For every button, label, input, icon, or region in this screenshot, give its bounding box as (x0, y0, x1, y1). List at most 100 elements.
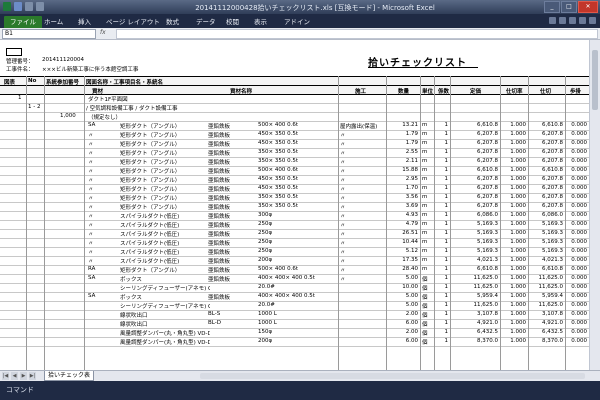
cell-work: 〃 (340, 250, 346, 256)
tab-addins[interactable]: アドイン (284, 16, 310, 28)
cell-n: 1 (444, 284, 449, 290)
first-sheet-icon[interactable]: |◀ (2, 372, 9, 380)
cell-mat: 亜鉛鉄板 (208, 259, 231, 265)
cell-item: 矩形ダクト（アングル） (120, 142, 181, 148)
cell-size: 450× 350 0.5t (258, 140, 299, 146)
help-icon[interactable] (559, 17, 566, 24)
cell-teika: 6,610.8 (477, 167, 498, 173)
cell-item: スパイラルダクト(低圧) (120, 241, 180, 247)
tab-home[interactable]: ホーム (44, 16, 63, 28)
grid-line (26, 76, 27, 370)
cell-teika: 6,086.0 (477, 212, 498, 218)
cell-size: 1000 L (258, 311, 277, 317)
cell-code: 〃 (88, 187, 94, 193)
cell-bu: 0.000 (571, 194, 587, 200)
cell-r1: 1.000 (510, 194, 526, 200)
cell-unit: m (422, 167, 428, 173)
tab-data[interactable]: データ (196, 16, 216, 28)
cell-n: 1 (444, 338, 449, 344)
next-sheet-icon[interactable]: ▶ (20, 372, 27, 380)
cell-work: 〃 (340, 142, 346, 148)
cell-unit: m (422, 131, 428, 137)
workbook-minimize-icon[interactable] (569, 17, 576, 24)
cell-bu: 0.000 (571, 311, 587, 317)
cell-code: 〃 (88, 151, 94, 157)
cell-code: SA (88, 293, 96, 299)
cell-size: 400× 400× 400 0.5t (258, 293, 315, 299)
undo-icon[interactable] (25, 2, 33, 11)
cell-code: 〃 (88, 232, 94, 238)
cell-bu: 0.000 (571, 131, 587, 137)
cell-teika: 6,207.8 (477, 149, 498, 155)
cell-teika: 6,207.8 (477, 203, 498, 209)
cell-size: 350× 350 0.5t (258, 149, 299, 155)
cell-shikiri: 11,625.0 (538, 302, 564, 308)
cell-teika: 6,207.8 (477, 194, 498, 200)
cell-teika: 5,169.3 (477, 230, 498, 236)
cell-mat: 亜鉛鉄板 (208, 142, 231, 148)
cell-item: シーリングディフューザー(アネモ) C2 (120, 304, 210, 310)
tab-file[interactable]: ファイル (4, 16, 42, 28)
cell-shikiri: 4,921.0 (542, 320, 563, 326)
maximize-icon[interactable]: □ (561, 1, 577, 13)
cell-code: 〃 (88, 205, 94, 211)
cell-shikiri: 6,207.8 (542, 176, 563, 182)
tab-formulas[interactable]: 数式 (166, 16, 179, 28)
cell-r1: 1.000 (510, 311, 526, 317)
cell-item: ボックス (120, 277, 142, 283)
cell-size: 250φ (258, 230, 273, 236)
cell-r1: 1.000 (510, 140, 526, 146)
cell-qty: 10.44 (402, 239, 418, 245)
cell-qty: 1.79 (405, 140, 418, 146)
cell-unit: m (422, 266, 428, 272)
cell-code: 〃 (88, 250, 94, 256)
cell-teika: 5,169.3 (477, 239, 498, 245)
cell-teika: 11,625.0 (473, 275, 499, 281)
cell-unit: 個 (422, 286, 428, 292)
prev-sheet-icon[interactable]: ◀ (11, 372, 18, 380)
horizontal-scrollbar[interactable] (200, 373, 585, 379)
sheet-tab[interactable]: 拾いチェック表 (44, 371, 94, 381)
cell-r1: 1.000 (510, 338, 526, 344)
ribbon-minimize-icon[interactable] (549, 17, 556, 24)
cell-size: 350× 350 0.5t (258, 194, 299, 200)
cell-n: 1 (444, 221, 449, 227)
selected-cell[interactable] (6, 48, 22, 56)
tab-insert[interactable]: 挿入 (78, 16, 91, 28)
title-underline (368, 67, 478, 68)
grid-line (450, 76, 451, 370)
cell-size: 200φ (258, 257, 273, 263)
group-path: （規定なし） (88, 115, 122, 121)
last-sheet-icon[interactable]: ▶| (29, 372, 36, 380)
cell-code: 〃 (88, 169, 94, 175)
cell-n: 1 (444, 122, 449, 128)
workbook-restore-icon[interactable] (579, 17, 586, 24)
cell-qty: 2.11 (405, 158, 418, 164)
cell-qty: 26.51 (402, 230, 418, 236)
redo-icon[interactable] (36, 2, 44, 11)
save-icon[interactable] (14, 2, 22, 11)
tab-view[interactable]: 表示 (254, 16, 267, 28)
cell-shikiri: 8,370.0 (542, 338, 563, 344)
scroll-thumb[interactable] (592, 50, 598, 110)
cell-work: 〃 (340, 232, 346, 238)
cell-size: 400× 400× 400 0.5t (258, 275, 315, 281)
cell-shikiri: 6,207.8 (542, 158, 563, 164)
vertical-scrollbar[interactable] (589, 40, 600, 370)
cell-work: 〃 (340, 187, 346, 193)
cell-item: 線状吹出口 (120, 322, 148, 328)
tab-page-layout[interactable]: ページ レイアウト (106, 16, 160, 28)
cell-shikiri: 6,610.8 (542, 266, 563, 272)
workbook-close-icon[interactable] (589, 17, 596, 24)
minimize-icon[interactable]: _ (544, 1, 560, 13)
status-bar: コマンド (0, 381, 600, 400)
cell-n: 1 (444, 203, 449, 209)
name-box[interactable]: B1 (2, 29, 96, 39)
worksheet-grid[interactable]: 管理番号： 201411120004 工事件名： ×××ビル新築工事に伴う本館空… (0, 40, 589, 370)
formula-input[interactable] (116, 29, 598, 39)
tab-review[interactable]: 校閲 (226, 16, 239, 28)
cell-item: 矩形ダクト（アングル） (120, 268, 181, 274)
close-icon[interactable]: ✕ (578, 1, 598, 13)
cell-unit: m (422, 140, 428, 146)
fx-icon[interactable]: fx (100, 29, 106, 36)
